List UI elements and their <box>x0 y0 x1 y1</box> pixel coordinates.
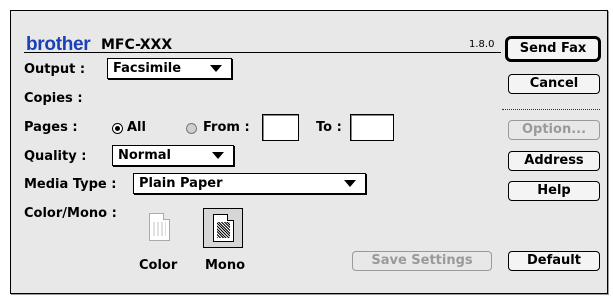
pages-label: Pages : <box>24 120 78 135</box>
default-button[interactable]: Default <box>508 251 600 271</box>
media-type-popup[interactable]: Plain Paper <box>133 173 366 194</box>
pages-all-label[interactable]: All <box>127 120 146 135</box>
color-option[interactable] <box>140 208 180 248</box>
pages-all-radio[interactable] <box>112 123 123 134</box>
quality-popup[interactable]: Normal <box>112 145 234 166</box>
pages-from-radio[interactable] <box>186 123 197 134</box>
button-separator <box>502 109 600 110</box>
chevron-down-icon <box>212 152 224 159</box>
chevron-down-icon <box>210 65 222 72</box>
output-value: Facsimile <box>113 61 182 76</box>
model-name: MFC-XXX <box>101 37 173 53</box>
chevron-down-icon <box>344 180 356 187</box>
output-label: Output : <box>24 62 86 77</box>
mono-document-icon <box>213 214 234 242</box>
color-mono-label: Color/Mono : <box>24 206 117 221</box>
pages-from-field[interactable] <box>262 114 299 141</box>
media-type-value: Plain Paper <box>139 176 223 191</box>
mono-option[interactable] <box>203 208 243 248</box>
mono-caption[interactable]: Mono <box>205 258 245 273</box>
header-divider <box>24 52 501 53</box>
help-button[interactable]: Help <box>508 181 600 201</box>
copies-label: Copies : <box>24 91 83 106</box>
media-type-label: Media Type : <box>24 177 117 192</box>
pages-to-label: To : <box>316 120 342 135</box>
cancel-button[interactable]: Cancel <box>508 74 600 94</box>
output-popup[interactable]: Facsimile <box>107 58 232 79</box>
save-settings-button[interactable]: Save Settings <box>352 251 492 271</box>
color-document-icon <box>149 213 170 241</box>
pages-to-field[interactable] <box>350 114 394 141</box>
send-fax-button[interactable]: Send Fax <box>505 36 601 62</box>
pages-from-label[interactable]: From : <box>203 120 250 135</box>
option-button[interactable]: Option... <box>508 120 600 140</box>
quality-label: Quality : <box>24 149 87 164</box>
address-button[interactable]: Address <box>508 151 600 171</box>
version-label: 1.8.0 <box>469 39 495 50</box>
quality-value: Normal <box>118 148 171 163</box>
color-caption[interactable]: Color <box>139 258 177 273</box>
